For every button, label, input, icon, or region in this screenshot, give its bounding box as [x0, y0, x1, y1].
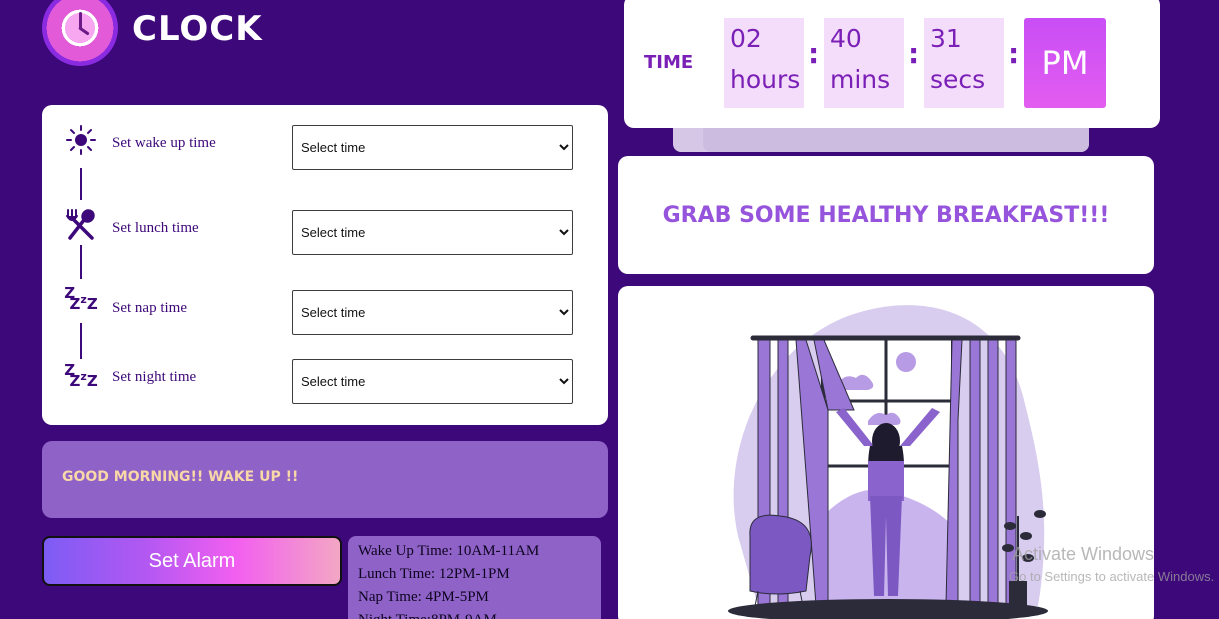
- schedule-item: Wake Up Time: 10AM-11AM: [358, 543, 540, 559]
- night-row: Z ZzZ Set night time Select time: [42, 359, 608, 404]
- set-alarm-button[interactable]: Set Alarm: [42, 536, 342, 586]
- wake-up-row: Set wake up time Select time: [42, 125, 608, 170]
- digital-clock-card: TIME 02 hours : 40 mins : 31 secs : PM: [624, 0, 1160, 128]
- night-time-select[interactable]: Select time: [292, 359, 573, 404]
- sleep-zz-icon: Z ZzZ: [64, 361, 98, 390]
- windows-activation-watermark: Activate Windows Go to Settings to activ…: [1009, 544, 1215, 584]
- time-separator: :: [1008, 37, 1020, 70]
- minutes-value: 40: [830, 24, 862, 53]
- fork-spoon-icon: [64, 208, 98, 242]
- night-label: Set night time: [112, 369, 197, 385]
- alarm-settings-panel: Set wake up time Select time Set lunch t…: [42, 105, 608, 425]
- schedule-item: Nap Time: 4PM-5PM: [358, 589, 489, 605]
- nap-label: Set nap time: [112, 300, 187, 316]
- sleep-zz-icon: Z ZzZ: [64, 284, 98, 313]
- activity-card: GRAB SOME HEALTHY BREAKFAST!!!: [618, 156, 1154, 274]
- nap-time-select[interactable]: Select time: [292, 290, 573, 335]
- hours-display: 02 hours: [724, 18, 804, 108]
- hours-unit: hours: [730, 65, 801, 94]
- time-separator: :: [908, 37, 920, 70]
- schedule-item: Lunch Time: 12PM-1PM: [358, 566, 510, 582]
- clock-logo-icon: [42, 0, 118, 66]
- watermark-title: Activate Windows: [1012, 544, 1155, 564]
- time-separator: :: [808, 37, 820, 70]
- lunch-label: Set lunch time: [112, 220, 199, 236]
- schedule-item: Night Time:8PM-9AM: [358, 609, 591, 619]
- greeting-message-text: GOOD MORNING!! WAKE UP !!: [62, 469, 299, 485]
- app-logo: CLOCK: [42, 0, 263, 66]
- sun-icon: [64, 123, 98, 157]
- lunch-time-select[interactable]: Select time: [292, 210, 573, 255]
- minutes-unit: mins: [830, 65, 891, 94]
- hours-value: 02: [730, 24, 762, 53]
- greeting-message-box: GOOD MORNING!! WAKE UP !!: [42, 441, 608, 518]
- activity-text: GRAB SOME HEALTHY BREAKFAST!!!: [662, 202, 1110, 228]
- seconds-display: 31 secs: [924, 18, 1004, 108]
- am-pm-indicator: PM: [1024, 18, 1106, 108]
- app-title: CLOCK: [132, 9, 263, 49]
- nap-row: Z ZzZ Set nap time Select time: [42, 286, 608, 335]
- seconds-unit: secs: [930, 65, 986, 94]
- seconds-value: 31: [930, 24, 962, 53]
- minutes-display: 40 mins: [824, 18, 904, 108]
- watermark-subtitle: Go to Settings to activate Windows.: [1009, 569, 1215, 584]
- wake-up-label: Set wake up time: [112, 135, 216, 151]
- time-label: TIME: [644, 52, 694, 73]
- schedule-list: Wake Up Time: 10AM-11AM Lunch Time: 12PM…: [348, 536, 601, 619]
- lunch-row: Set lunch time Select time: [42, 208, 608, 255]
- wake-up-time-select[interactable]: Select time: [292, 125, 573, 170]
- timeline-connector: [80, 168, 82, 200]
